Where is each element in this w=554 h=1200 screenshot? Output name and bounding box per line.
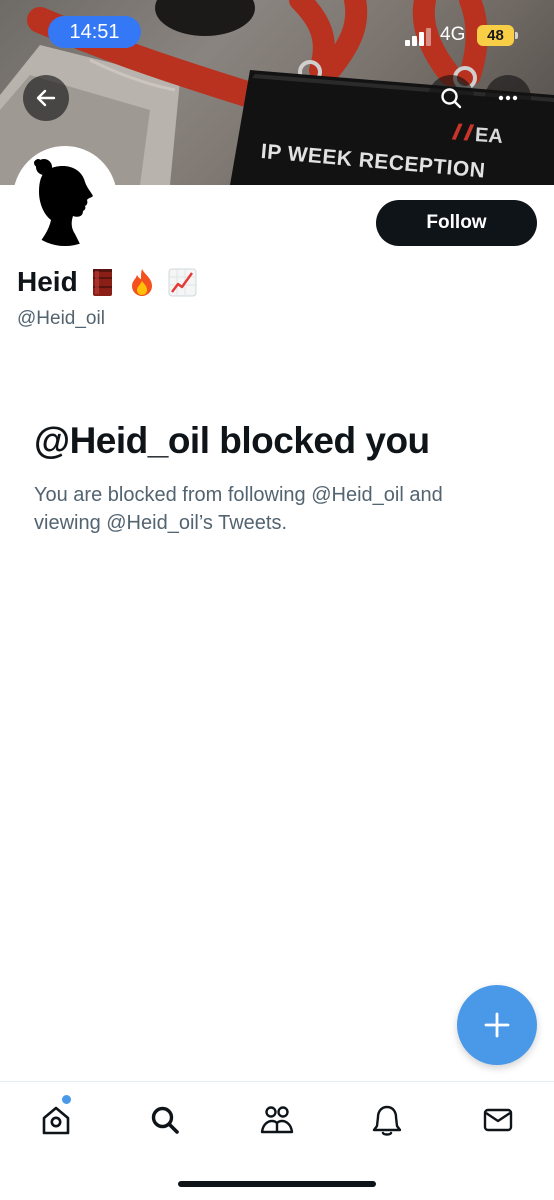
profile-handle: @Heid_oil [17,308,105,329]
back-button[interactable] [23,75,69,121]
blocked-title: @Heid_oil blocked you [34,420,430,461]
tab-communities[interactable] [257,1100,297,1140]
tab-search[interactable] [145,1100,185,1140]
signal-strength-icon [405,28,431,46]
oil-drum-emoji-icon [92,268,112,296]
battery-icon: 48 [477,25,518,46]
home-icon [42,1106,70,1135]
fire-emoji-icon [131,268,152,296]
status-bar: 14:51 4G 48 [0,0,554,64]
status-time: 14:51 [48,16,141,48]
search-icon [151,1106,179,1134]
compose-tweet-button[interactable] [457,985,537,1065]
tab-home[interactable] [36,1100,76,1140]
search-button[interactable] [428,75,474,121]
profile-name-row: Heid [17,264,198,300]
notifications-icon [372,1105,402,1136]
display-name: Heid [17,266,78,297]
avatar[interactable] [13,146,117,250]
more-button[interactable] [485,75,531,121]
chart-increasing-emoji-icon [168,268,197,296]
blocked-description: You are blocked from following @Heid_oil… [34,484,443,534]
messages-icon [483,1108,513,1132]
network-type: 4G [440,24,466,45]
badge-logo: EA [474,124,504,148]
search-icon [441,88,462,109]
home-indicator [178,1181,376,1187]
silhouette-icon [17,150,113,246]
tab-notifications[interactable] [367,1100,407,1140]
arrow-left-icon [36,89,56,107]
tab-messages[interactable] [478,1100,518,1140]
plus-icon [484,1012,510,1038]
battery-level: 48 [487,27,504,44]
unread-dot [62,1095,71,1104]
more-horizontal-icon [498,95,518,101]
communities-icon [260,1106,294,1134]
profile-screen: EA IP WEEK RECEPTION 14:51 4G 48 Follow … [0,0,554,1200]
follow-button[interactable]: Follow [376,200,537,246]
